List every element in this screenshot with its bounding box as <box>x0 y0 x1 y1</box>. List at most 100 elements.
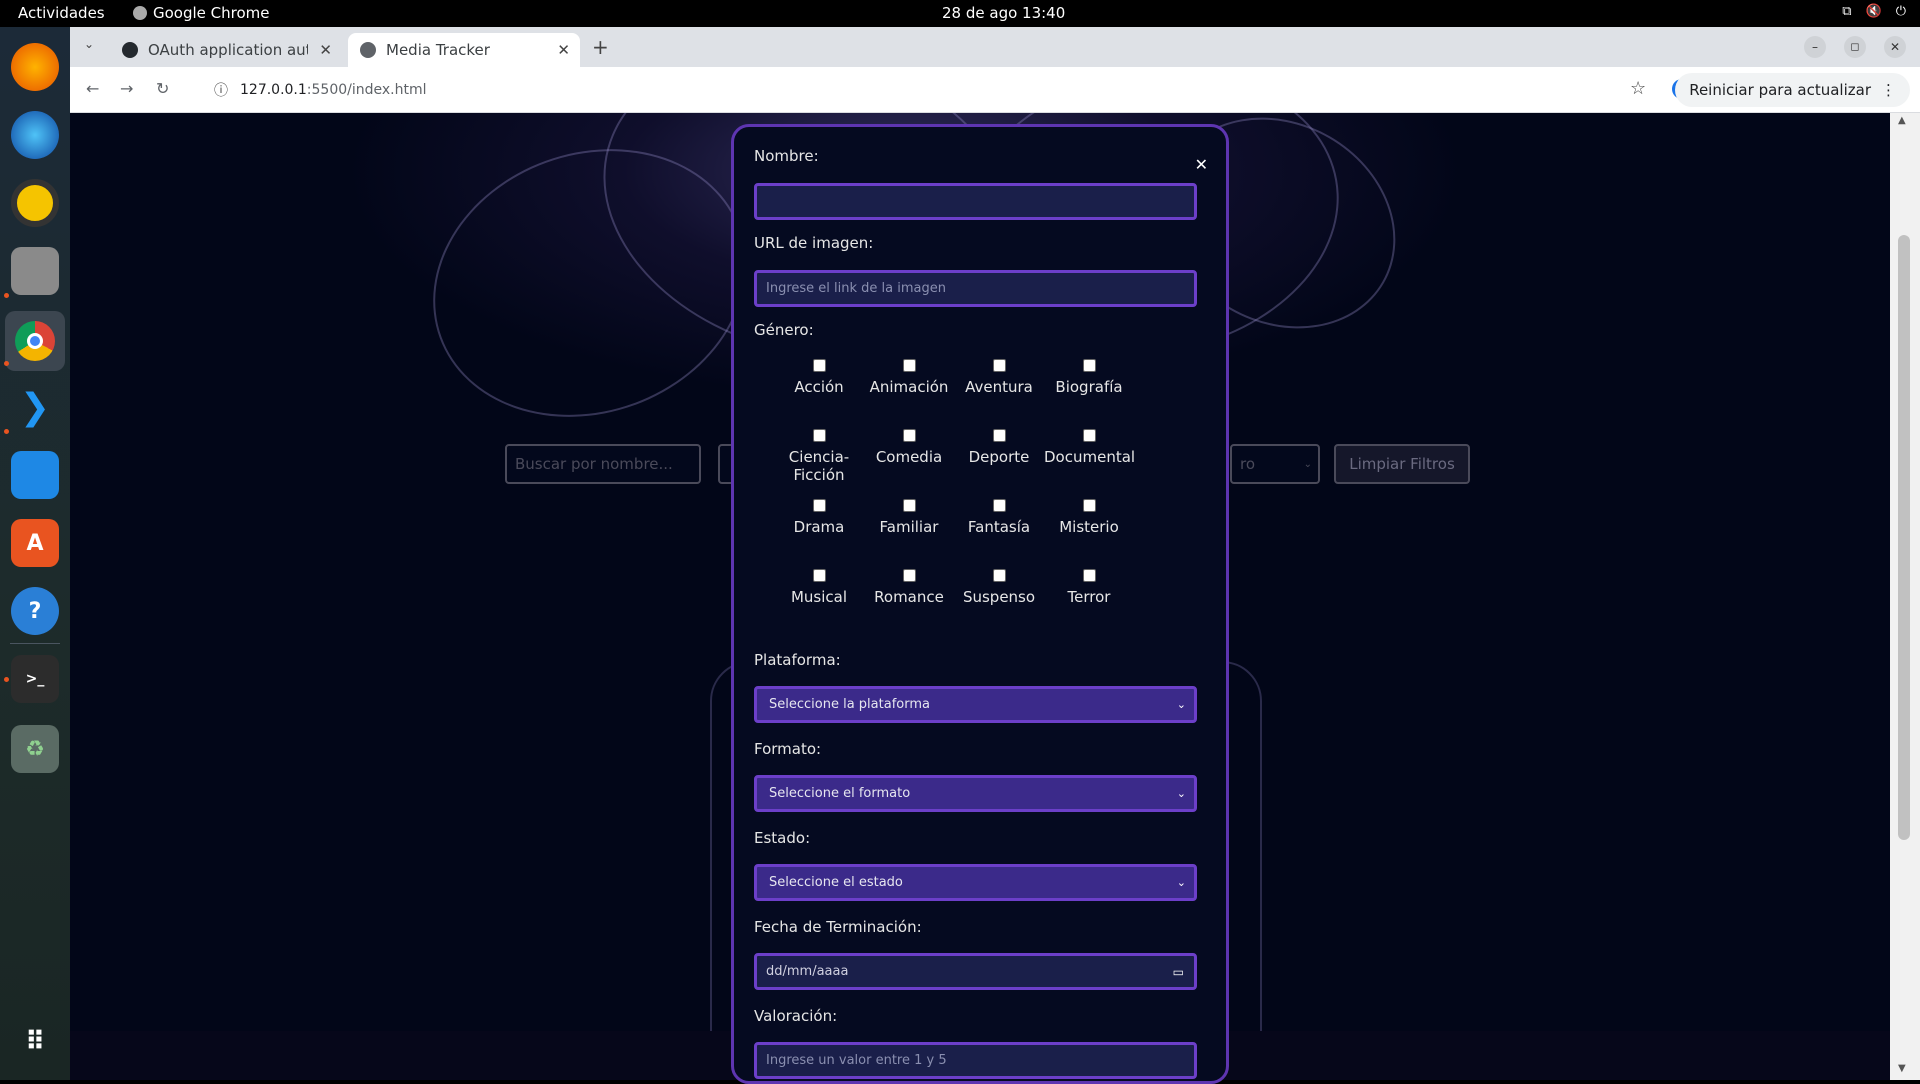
maximize-button[interactable]: ◻ <box>1844 36 1866 58</box>
genre-checkbox[interactable] <box>1082 499 1096 512</box>
genre-checkbox[interactable] <box>992 359 1006 372</box>
genre-option[interactable]: Familiar <box>864 499 954 536</box>
github-icon <box>122 42 138 58</box>
writer-icon[interactable] <box>11 451 59 499</box>
app-menu[interactable]: Google Chrome <box>133 4 270 22</box>
close-tab-icon[interactable]: ✕ <box>557 41 570 59</box>
system-top-bar: Actividades Google Chrome 28 de ago 13:4… <box>0 0 1920 27</box>
genre-label: Terror <box>1067 588 1111 606</box>
completion-date-input[interactable]: dd/mm/aaaa ▭ <box>754 953 1197 990</box>
scrollbar-thumb[interactable] <box>1898 235 1910 840</box>
clock[interactable]: 28 de ago 13:40 <box>942 4 1065 22</box>
genre-checkbox[interactable] <box>992 499 1006 512</box>
genre-option[interactable]: Romance <box>864 569 954 606</box>
scroll-down-icon[interactable]: ▼ <box>1898 1063 1906 1074</box>
app-center-icon[interactable]: A <box>11 519 59 567</box>
genre-checkbox[interactable] <box>902 359 916 372</box>
url-host: 127.0.0.1 <box>240 82 307 98</box>
genre-option[interactable]: Musical <box>774 569 864 606</box>
kebab-menu-icon[interactable]: ⋮ <box>1881 81 1896 99</box>
address-bar[interactable]: ⓘ 127.0.0.1:5500/index.html <box>198 74 1658 106</box>
name-input[interactable] <box>754 183 1197 220</box>
genre-option[interactable]: Terror <box>1044 569 1134 606</box>
genre-option[interactable]: Fantasía <box>954 499 1044 536</box>
genre-option[interactable]: Aventura <box>954 359 1044 396</box>
genre-option[interactable]: Animación <box>864 359 954 396</box>
platform-value: Seleccione la plataforma <box>769 697 930 712</box>
filter-select-status[interactable]: ro ⌄ <box>1230 444 1320 484</box>
genre-checkbox[interactable] <box>902 499 916 512</box>
system-tray[interactable]: ⧉ 🔇 ⏻ <box>1842 4 1906 19</box>
tab-search-icon[interactable]: ⌄ <box>84 37 94 51</box>
rhythmbox-icon[interactable] <box>11 179 59 227</box>
activities-button[interactable]: Actividades <box>18 4 105 22</box>
firefox-icon[interactable] <box>11 43 59 91</box>
chevron-down-icon: ⌄ <box>1303 458 1312 470</box>
search-input[interactable]: Buscar por nombre... <box>505 444 701 484</box>
genre-option[interactable]: Documental <box>1044 429 1135 466</box>
genre-option[interactable]: Drama <box>774 499 864 536</box>
chevron-down-icon: ⌄ <box>1176 698 1186 711</box>
genre-option[interactable]: Deporte <box>954 429 1044 466</box>
tab-media-tracker[interactable]: Media Tracker ✕ <box>348 33 580 67</box>
calendar-icon[interactable]: ▭ <box>1173 965 1184 979</box>
genre-label: Misterio <box>1059 518 1119 536</box>
show-apps-icon[interactable]: ⠿ <box>11 1018 59 1066</box>
close-window-button[interactable]: ✕ <box>1884 36 1906 58</box>
minimize-button[interactable]: – <box>1804 36 1826 58</box>
chrome-icon[interactable] <box>5 311 65 371</box>
url-path: :5500/index.html <box>306 82 427 98</box>
status-select[interactable]: Seleccione el estado ⌄ <box>754 864 1197 901</box>
format-value: Seleccione el formato <box>769 786 911 801</box>
power-icon: ⏻ <box>1895 4 1906 19</box>
genre-checkbox[interactable] <box>812 569 826 582</box>
tab-label: Media Tracker <box>386 41 490 59</box>
genre-option[interactable]: Acción <box>774 359 864 396</box>
genre-checkbox[interactable] <box>812 499 826 512</box>
platform-select[interactable]: Seleccione la plataforma ⌄ <box>754 686 1197 723</box>
genre-checkbox[interactable] <box>812 359 826 372</box>
running-indicator <box>4 429 9 434</box>
scrollbar[interactable]: ▲ ▼ <box>1890 113 1920 1080</box>
genre-checkbox[interactable] <box>902 569 916 582</box>
genre-checkbox[interactable] <box>1082 359 1096 372</box>
genre-option[interactable]: Misterio <box>1044 499 1134 536</box>
new-tab-button[interactable]: + <box>592 35 609 59</box>
format-select[interactable]: Seleccione el formato ⌄ <box>754 775 1197 812</box>
relaunch-button[interactable]: Reiniciar para actualizar ⋮ <box>1675 73 1910 107</box>
chrome-small-icon <box>133 6 147 20</box>
filter-partial-text: ro <box>1240 455 1256 473</box>
genre-option[interactable]: Ciencia- Ficción <box>774 429 864 484</box>
genre-checkbox[interactable] <box>1082 569 1096 582</box>
genre-checkbox[interactable] <box>992 569 1006 582</box>
close-icon[interactable]: ✕ <box>1195 155 1208 174</box>
genre-checkbox[interactable] <box>1082 429 1096 442</box>
genre-label: Fantasía <box>967 518 1031 536</box>
bookmark-star-icon[interactable]: ☆ <box>1630 78 1646 99</box>
terminal-icon[interactable]: >_ <box>11 655 59 703</box>
genre-checkbox[interactable] <box>812 429 826 442</box>
close-tab-icon[interactable]: ✕ <box>319 41 332 59</box>
site-info-icon[interactable]: ⓘ <box>214 80 228 100</box>
thunderbird-icon[interactable] <box>11 111 59 159</box>
reload-icon[interactable]: ↻ <box>156 79 169 98</box>
rating-label: Valoración: <box>754 1007 838 1025</box>
dock-separator <box>10 643 60 644</box>
vscode-icon[interactable]: ❯ <box>11 383 59 431</box>
forward-icon[interactable]: → <box>120 79 133 98</box>
files-icon[interactable] <box>11 247 59 295</box>
status-value: Seleccione el estado <box>769 875 903 890</box>
clear-filters-button[interactable]: Limpiar Filtros <box>1334 444 1470 484</box>
rating-input[interactable]: Ingrese un valor entre 1 y 5 <box>754 1042 1197 1079</box>
genre-option[interactable]: Biografía <box>1044 359 1134 396</box>
image-url-input[interactable]: Ingrese el link de la imagen <box>754 270 1197 307</box>
back-icon[interactable]: ← <box>86 79 99 98</box>
genre-option[interactable]: Comedia <box>864 429 954 466</box>
genre-checkbox[interactable] <box>992 429 1006 442</box>
genre-checkbox[interactable] <box>902 429 916 442</box>
trash-icon[interactable]: ♻ <box>11 725 59 773</box>
tab-oauth[interactable]: OAuth application autho ✕ <box>110 33 342 67</box>
help-icon[interactable]: ? <box>11 587 59 635</box>
genre-option[interactable]: Suspenso <box>954 569 1044 606</box>
scroll-up-icon[interactable]: ▲ <box>1898 115 1906 126</box>
